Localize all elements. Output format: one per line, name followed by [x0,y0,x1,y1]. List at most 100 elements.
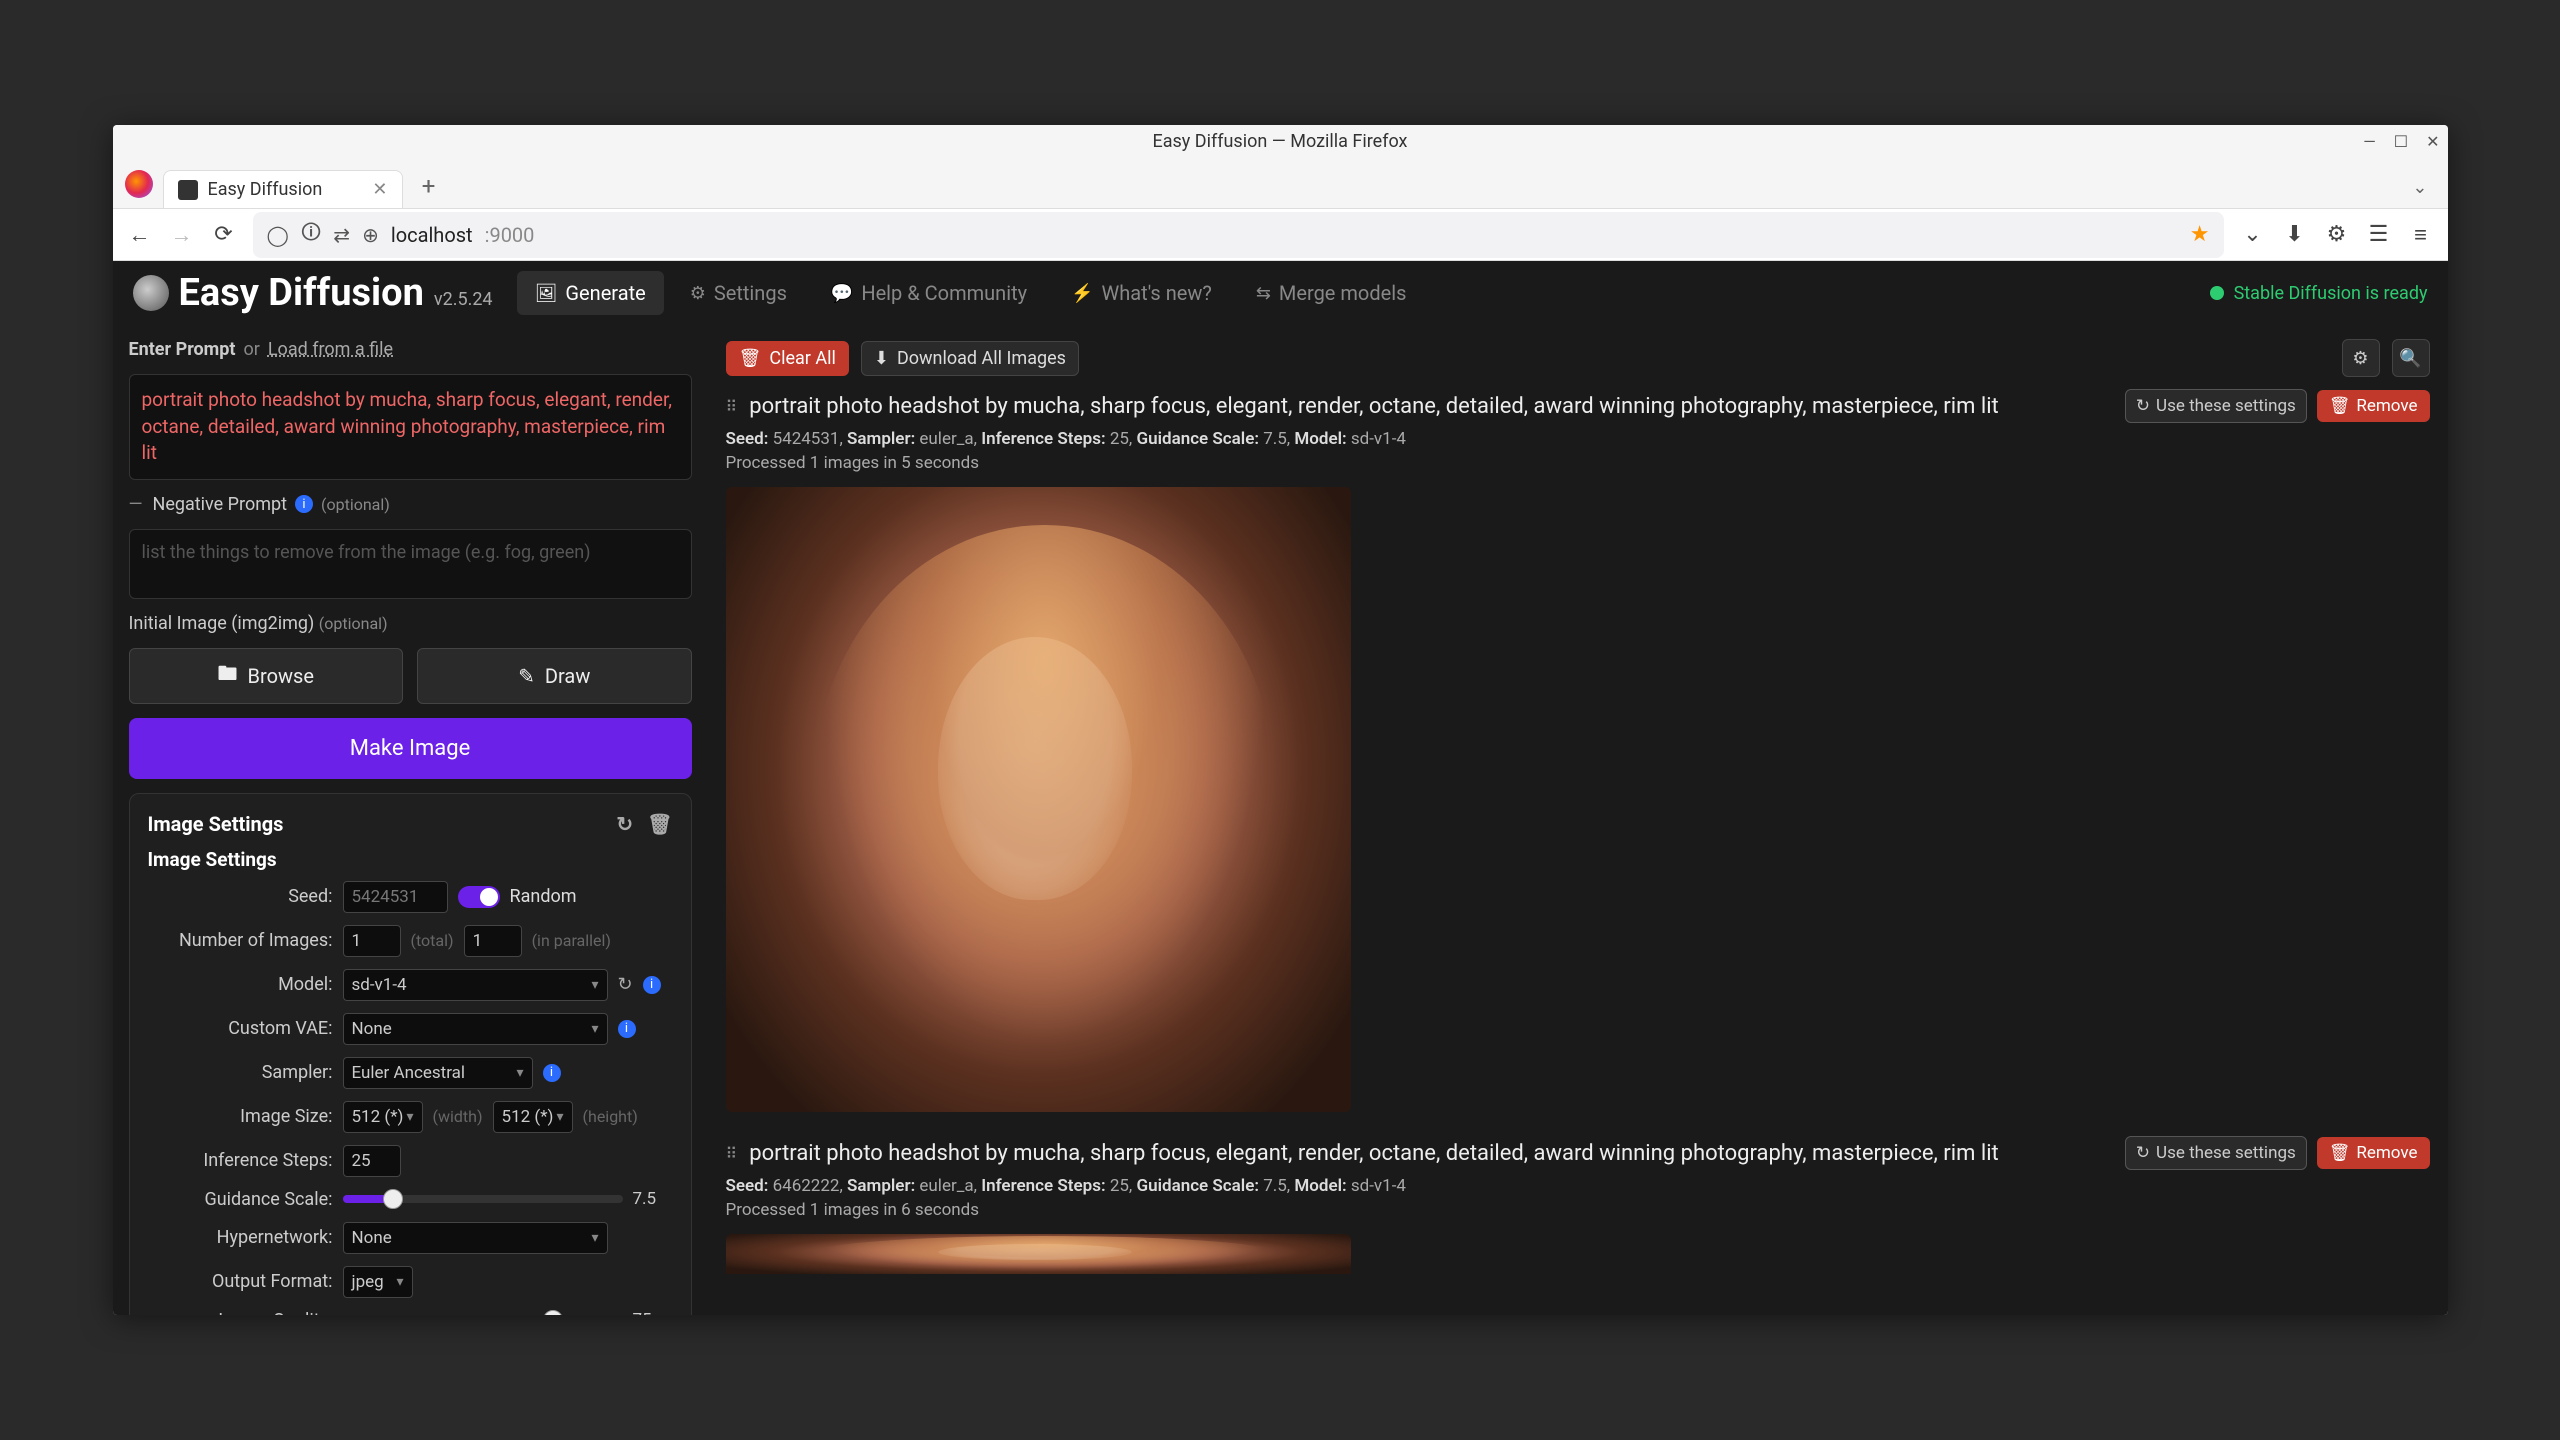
height-hint: (height) [583,1107,638,1126]
image-size-row: Image Size: 512 (*)▾ (width) 512 (*)▾ (h… [148,1101,673,1133]
url-port: :9000 [485,223,535,247]
image-settings-subheader: Image Settings [148,848,673,871]
prompt-header: Enter Prompt or Load from a file [129,339,692,360]
app-name: Easy Diffusion [179,271,424,315]
info-icon[interactable]: i [643,976,661,994]
prompt-text: portrait photo headshot by mucha, sharp … [142,388,673,464]
nav-reload-icon[interactable]: ⟳ [211,222,237,247]
sliders-icon[interactable]: ⚙ [2342,339,2380,377]
extensions-icon[interactable]: ⚙ [2324,222,2350,247]
url-scheme-icon: ⊕ [362,223,379,247]
nav-settings[interactable]: ⚙Settings [672,271,805,315]
make-image-button[interactable]: Make Image [129,718,692,779]
caret-down-icon: ▾ [591,1021,598,1037]
image-settings-header[interactable]: Image Settings ↻ 🗑 [148,812,673,836]
nav-merge[interactable]: ⇆Merge models [1238,271,1425,315]
prompt-textarea[interactable]: portrait photo headshot by mucha, sharp … [129,374,692,480]
guidance-value: 7.5 [633,1189,673,1209]
window-titlebar: Easy Diffusion — Mozilla Firefox — ☐ ✕ [113,125,2448,157]
search-icon[interactable]: 🔍 [2392,339,2430,377]
sampler-select[interactable]: Euler Ancestral▾ [343,1057,533,1089]
url-field[interactable]: ◯ 🛈 ⇄ ⊕ localhost:9000 ★ [253,212,2224,258]
main-nav: 🖼Generate ⚙Settings 💬Help & Community ⚡W… [517,271,1425,315]
vae-select[interactable]: None▾ [343,1013,608,1045]
nav-help-label: Help & Community [861,281,1027,305]
caret-down-icon: ▾ [396,1274,403,1290]
model-select[interactable]: sd-v1-4▾ [343,969,608,1001]
drag-grip-icon[interactable]: ⠿ [726,1144,740,1163]
random-toggle[interactable] [458,886,500,908]
reload-icon: ↻ [2136,396,2150,416]
window-maximize-icon[interactable]: ☐ [2394,132,2408,151]
info-icon[interactable]: i [295,495,313,513]
trash-icon: 🗑 [2329,1143,2351,1163]
tab-close-icon[interactable]: ✕ [372,179,387,200]
width-select[interactable]: 512 (*)▾ [343,1101,423,1133]
caret-down-icon: ▾ [591,1230,598,1246]
sampler-label: Sampler: [148,1062,333,1083]
window-close-icon[interactable]: ✕ [2426,132,2439,151]
info-icon[interactable]: i [618,1020,636,1038]
sampler-row: Sampler: Euler Ancestral▾ i [148,1057,673,1089]
guidance-slider[interactable] [343,1195,623,1203]
bookmark-star-icon[interactable]: ★ [2190,222,2210,247]
drag-grip-icon[interactable]: ⠿ [726,397,740,416]
nav-forward-icon[interactable]: → [169,222,195,248]
browse-button[interactable]: 🖿Browse [129,648,404,704]
guidance-row: Guidance Scale: 7.5 [148,1189,673,1210]
steps-input[interactable]: 25 [343,1145,401,1177]
height-select[interactable]: 512 (*)▾ [493,1101,573,1133]
trash-icon: 🗑 [2329,396,2351,416]
num-parallel-input[interactable]: 1 [464,925,522,957]
use-settings-button[interactable]: ↻Use these settings [2125,389,2307,423]
trash-icon: 🗑 [739,348,762,369]
steps-row: Inference Steps: 25 [148,1145,673,1177]
caret-down-icon: ▾ [516,1065,523,1081]
permissions-icon[interactable]: ⇄ [333,223,350,247]
window-minimize-icon[interactable]: — [2363,132,2376,151]
nav-back-icon[interactable]: ← [127,222,153,248]
seed-input[interactable]: 5424531 [343,881,448,913]
lock-icon[interactable]: 🛈 [301,218,321,252]
brand: Easy Diffusion v2.5.24 [133,271,493,315]
format-label: Output Format: [148,1271,333,1292]
negative-prompt-textarea[interactable]: list the things to remove from the image… [129,529,692,599]
app-menu-icon[interactable]: ≡ [2408,222,2434,248]
pocket-icon[interactable]: ⌄ [2240,222,2266,247]
result-title: portrait photo headshot by mucha, sharp … [749,1141,2115,1166]
trash-icon[interactable]: 🗑 [647,812,672,836]
draw-button[interactable]: ✎Draw [417,648,692,704]
tab-title: Easy Diffusion [208,179,323,200]
negative-prompt-header[interactable]: — Negative Prompt i (optional) [129,494,692,515]
hyper-select[interactable]: None▾ [343,1222,608,1254]
model-refresh-icon[interactable]: ↻ [618,974,633,995]
browser-tab[interactable]: Easy Diffusion ✕ [163,170,403,208]
remove-button[interactable]: 🗑Remove [2317,1137,2430,1169]
info-icon[interactable]: i [543,1064,561,1082]
download-all-button[interactable]: ⬇Download All Images [861,341,1079,376]
reset-icon[interactable]: ↻ [616,812,633,836]
num-images-label: Number of Images: [148,930,333,951]
model-row: Model: sd-v1-4▾ ↻ i [148,969,673,1001]
format-select[interactable]: jpeg▾ [343,1266,413,1298]
remove-button[interactable]: 🗑Remove [2317,390,2430,422]
account-icon[interactable]: ☰ [2366,222,2392,247]
tab-list-dropdown-icon[interactable]: ⌄ [2412,177,2427,198]
use-settings-button[interactable]: ↻Use these settings [2125,1136,2307,1170]
nav-whatsnew[interactable]: ⚡What's new? [1053,271,1230,315]
quality-value: 75 [633,1310,673,1315]
result-title: portrait photo headshot by mucha, sharp … [749,394,2115,419]
generated-image[interactable] [726,1234,1351,1274]
nav-generate[interactable]: 🖼Generate [517,271,664,315]
caret-down-icon: ▾ [406,1109,413,1125]
tracking-shield-icon[interactable]: ◯ [267,223,289,247]
negative-prompt-placeholder: list the things to remove from the image… [142,542,591,563]
enter-prompt-label: Enter Prompt [129,339,236,360]
new-tab-button[interactable]: + [413,170,445,202]
load-from-file-link[interactable]: Load from a file [268,339,393,360]
clear-all-button[interactable]: 🗑Clear All [726,341,849,376]
downloads-icon[interactable]: ⬇ [2282,222,2308,247]
generated-image[interactable] [726,487,1351,1112]
nav-help[interactable]: 💬Help & Community [813,271,1045,315]
num-total-input[interactable]: 1 [343,925,401,957]
